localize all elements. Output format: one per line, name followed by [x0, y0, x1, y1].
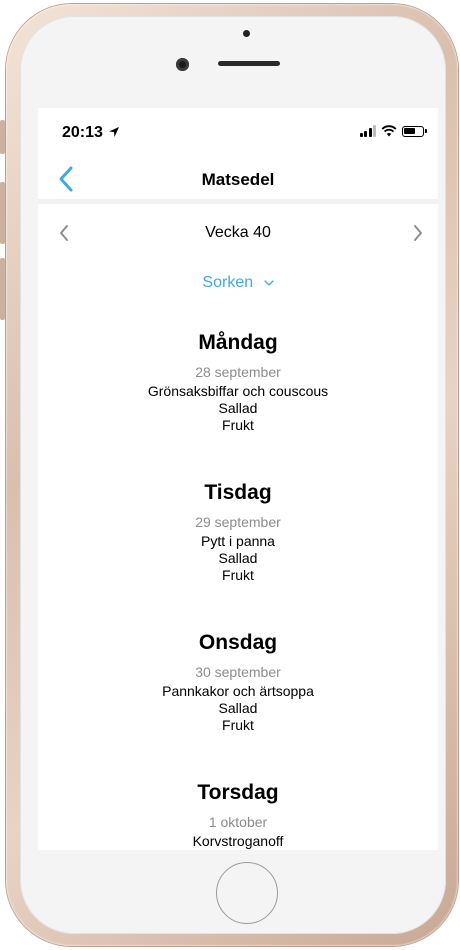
- day-menu: Måndag 28 september Grönsaksbiffar och c…: [38, 328, 438, 478]
- day-date: 30 september: [195, 664, 281, 680]
- location-arrow-icon: [109, 127, 119, 137]
- dish: Korvstroganoff: [192, 833, 284, 849]
- status-icons: [359, 125, 427, 137]
- dish: Sallad: [218, 700, 258, 716]
- day-name: Torsdag: [197, 781, 279, 804]
- location-dropdown-label: Sorken: [202, 274, 254, 291]
- day-menu: Onsdag 30 september Pannkakor och ärtsop…: [38, 628, 438, 778]
- page-title: Matsedel: [201, 170, 275, 189]
- volume-up-button: [0, 182, 5, 244]
- dish: Pytt i panna: [201, 533, 275, 549]
- chevron-down-icon: [263, 280, 274, 286]
- dish: Sallad: [218, 400, 258, 416]
- proximity-sensor: [243, 30, 250, 37]
- status-bar: 20:13: [38, 108, 438, 154]
- week-selector: Vecka 40: [38, 218, 438, 248]
- day-date: 28 september: [195, 364, 281, 380]
- battery-icon: [402, 125, 427, 137]
- volume-down-button: [0, 258, 5, 320]
- signal-icon: [359, 125, 376, 137]
- dish: Pannkakor och ärtsoppa: [162, 683, 314, 699]
- menu-list: Måndag 28 september Grönsaksbiffar och c…: [38, 328, 438, 850]
- dish: Frukt: [222, 567, 254, 583]
- day-menu: Torsdag 1 oktober Korvstroganoff: [38, 778, 438, 850]
- dish: Frukt: [222, 717, 254, 733]
- wifi-icon: [381, 125, 397, 137]
- home-button[interactable]: [216, 862, 278, 924]
- next-week-button[interactable]: [408, 221, 428, 245]
- dish: Frukt: [222, 417, 254, 433]
- week-label: Vecka 40: [205, 224, 271, 241]
- day-menu: Tisdag 29 september Pytt i panna Sallad …: [38, 478, 438, 628]
- day-name: Måndag: [198, 331, 278, 354]
- status-time: 20:13: [62, 124, 103, 141]
- navigation-bar: Matsedel: [38, 154, 438, 204]
- day-date: 29 september: [195, 514, 281, 530]
- day-date: 1 oktober: [208, 814, 268, 830]
- day-name: Onsdag: [198, 631, 278, 654]
- mute-switch: [0, 120, 5, 154]
- location-dropdown[interactable]: Sorken: [38, 274, 438, 292]
- app-screen: 20:13 Matsedel Vecka 40 Sorken Måndag 28…: [38, 108, 438, 850]
- dish: Grönsaksbiffar och couscous: [147, 383, 329, 399]
- front-camera: [176, 58, 189, 71]
- day-name: Tisdag: [204, 481, 272, 504]
- dish: Sallad: [218, 550, 258, 566]
- earpiece-speaker: [218, 61, 280, 66]
